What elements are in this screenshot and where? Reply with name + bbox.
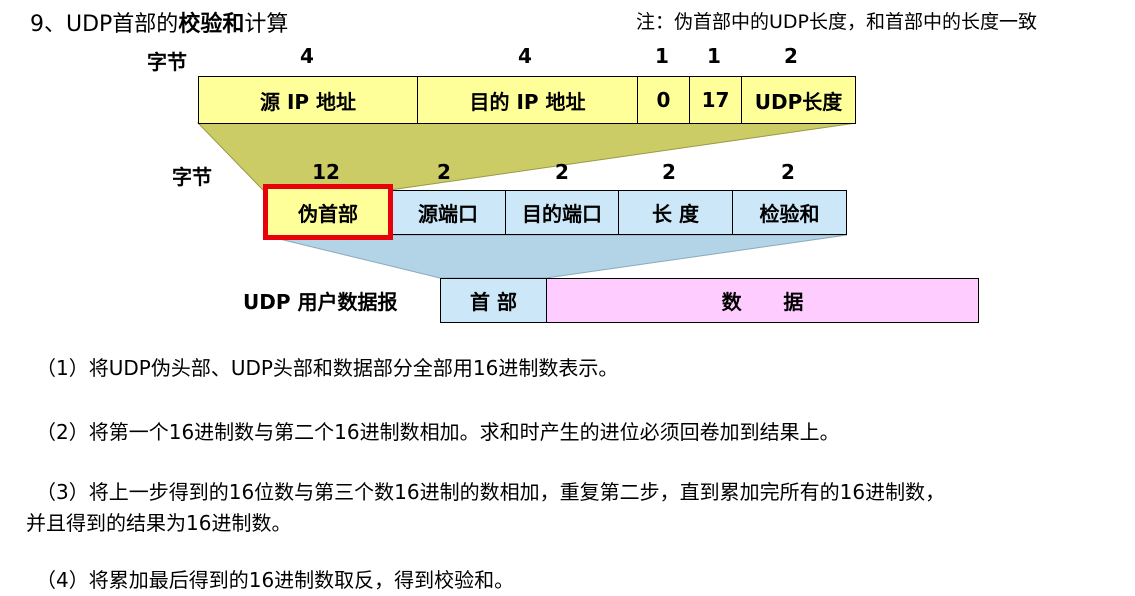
pseudo-byte-count: 1 [655, 44, 669, 68]
header-byte-count: 2 [781, 160, 795, 184]
field-length: 长 度 [618, 190, 733, 235]
header-bytes-label: 字节 [172, 165, 212, 189]
header-byte-count: 2 [555, 160, 569, 184]
header-byte-count: 2 [437, 160, 451, 184]
step-3: （3）将上一步得到的16位数与第三个数16进制的数相加，重复第二步，直到累加完所… [36, 480, 946, 504]
step-4: （4）将累加最后得到的16进制数取反，得到校验和。 [36, 568, 515, 592]
datagram-header: 首 部 [440, 278, 547, 323]
datagram-data: 数 据 [546, 278, 979, 323]
field-protocol: 17 [689, 76, 742, 124]
field-pseudo-header: 伪首部 [263, 184, 393, 240]
field-dest-ip: 目的 IP 地址 [417, 76, 638, 124]
header-expansion [262, 234, 848, 279]
pseudo-header-expansion [196, 122, 857, 191]
field-dest-port: 目的端口 [505, 190, 619, 235]
header-byte-count: 12 [312, 160, 340, 184]
pseudo-byte-count: 4 [518, 44, 532, 68]
header-byte-count: 2 [662, 160, 676, 184]
field-udp-length: UDP长度 [741, 76, 856, 124]
datagram-label: UDP 用户数据报 [243, 290, 398, 314]
step-1: （1）将UDP伪头部、UDP头部和数据部分全部用16进制数表示。 [36, 356, 619, 380]
pseudo-bytes-label: 字节 [147, 50, 187, 74]
step-3-continued: 并且得到的结果为16进制数。 [26, 511, 292, 535]
field-checksum: 检验和 [732, 190, 847, 235]
pseudo-byte-count: 2 [784, 44, 798, 68]
pseudo-byte-count: 4 [300, 44, 314, 68]
field-zero: 0 [637, 76, 690, 124]
field-source-ip: 源 IP 地址 [198, 76, 418, 124]
pseudo-byte-count: 1 [707, 44, 721, 68]
step-2: （2）将第一个16进制数与第二个16进制数相加。求和时产生的进位必须回卷加到结果… [36, 420, 840, 444]
field-source-port: 源端口 [390, 190, 506, 235]
